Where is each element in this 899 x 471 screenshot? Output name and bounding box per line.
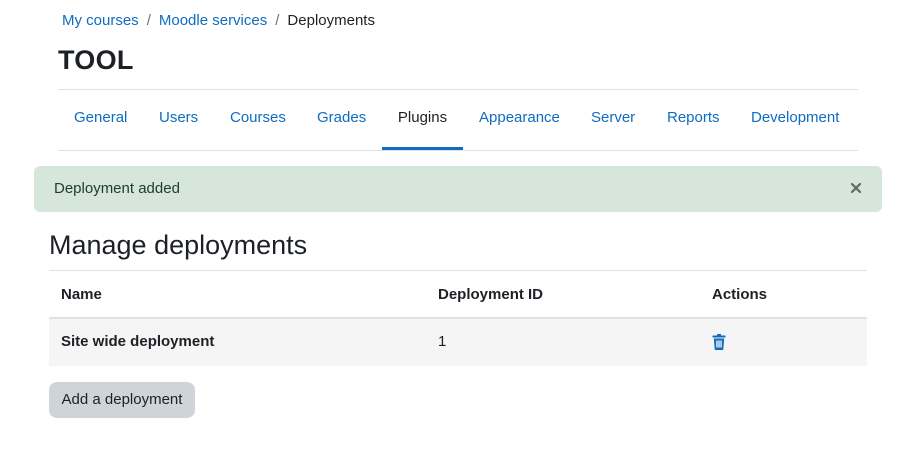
tab-plugins[interactable]: Plugins	[382, 90, 463, 150]
tab-reports[interactable]: Reports	[667, 90, 720, 150]
tab-users[interactable]: Users	[159, 90, 198, 150]
success-alert: Deployment added	[34, 166, 882, 212]
trash-icon[interactable]	[712, 334, 726, 350]
tab-appearance[interactable]: Appearance	[479, 90, 560, 150]
breadcrumb-link-moodle-services[interactable]: Moodle services	[159, 12, 267, 30]
tab-server[interactable]: Server	[591, 90, 635, 150]
column-header-name: Name	[61, 286, 102, 303]
deployments-table: Name Deployment ID Actions Site wide dep…	[49, 270, 867, 366]
breadcrumb-separator: /	[146, 12, 151, 29]
column-header-actions: Actions	[712, 286, 768, 303]
deployment-name: Site wide deployment	[61, 333, 215, 350]
close-icon[interactable]	[846, 178, 866, 198]
column-header-deployment-id: Deployment ID	[438, 286, 544, 303]
tab-general[interactable]: General	[74, 90, 127, 150]
breadcrumb: My courses / Moodle services / Deploymen…	[62, 12, 375, 30]
table-header-row: Name Deployment ID Actions	[49, 271, 867, 319]
deployment-id: 1	[438, 333, 447, 350]
admin-tabs: General Users Courses Grades Plugins App…	[58, 89, 858, 151]
breadcrumb-separator: /	[275, 12, 280, 29]
page-title: TOOL	[58, 45, 134, 75]
tab-development[interactable]: Development	[751, 90, 839, 150]
table-row: Site wide deployment 1	[49, 319, 867, 366]
breadcrumb-current: Deployments	[287, 12, 375, 29]
alert-message: Deployment added	[54, 180, 180, 197]
add-deployment-button[interactable]: Add a deployment	[49, 382, 195, 418]
tab-grades[interactable]: Grades	[317, 90, 366, 150]
section-title: Manage deployments	[49, 230, 308, 260]
breadcrumb-link-my-courses[interactable]: My courses	[62, 12, 139, 30]
tab-courses[interactable]: Courses	[230, 90, 286, 150]
